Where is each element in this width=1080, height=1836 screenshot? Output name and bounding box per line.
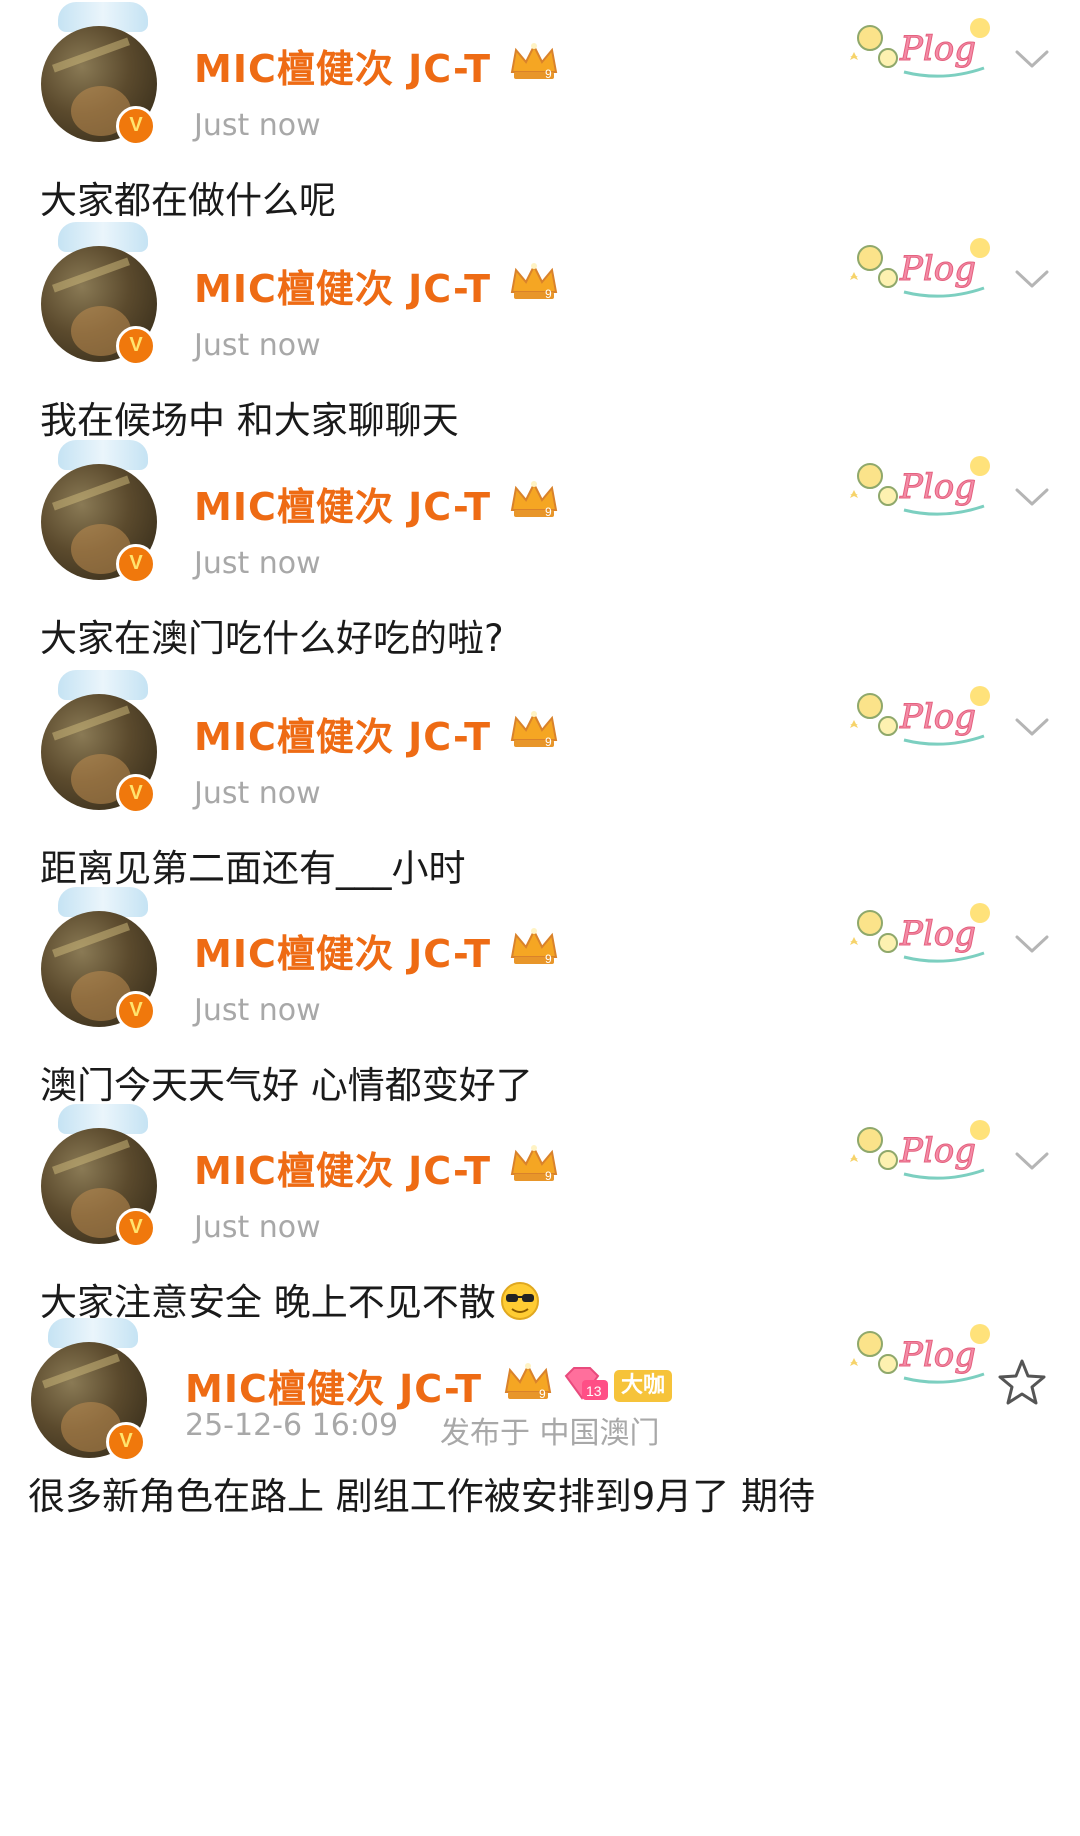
crown-level-number: 9 xyxy=(545,735,552,749)
crown-level-icon: 9 xyxy=(510,263,558,301)
post-text-body: 澳门今天天气好 心情都变好了 xyxy=(40,1064,533,1107)
svg-text:Plog: Plog xyxy=(899,467,976,507)
crown-level-icon: 9 xyxy=(510,928,558,966)
chevron-down-icon[interactable] xyxy=(1014,268,1050,290)
post-time: Just now xyxy=(194,108,321,143)
avatar[interactable]: V xyxy=(38,222,160,366)
post-time: Just now xyxy=(194,1210,321,1245)
feed-post[interactable]: V MIC檀健次 JC-T 9 Just now Plog xyxy=(0,1102,1080,1324)
post-text: 澳门今天天气好 心情都变好了 xyxy=(40,1055,533,1109)
chevron-down-icon[interactable] xyxy=(1014,48,1050,70)
avatar[interactable]: V xyxy=(38,670,160,814)
crown-level-number: 9 xyxy=(539,1387,546,1401)
avatar[interactable]: V xyxy=(38,440,160,584)
crown-level-number: 9 xyxy=(545,952,552,966)
plog-sticker-icon: Plog xyxy=(850,903,990,963)
crown-level-number: 9 xyxy=(545,505,552,519)
post-location[interactable]: 发布于 中国澳门 xyxy=(440,1408,660,1452)
crown-level-number: 9 xyxy=(545,1169,552,1183)
star-icon[interactable] xyxy=(996,1356,1048,1408)
post-text: 距离见第二面还有___小时 xyxy=(40,838,466,892)
username[interactable]: MIC檀健次 JC-T xyxy=(194,258,491,313)
feed-post[interactable]: V MIC檀健次 JC-T 9 Just now Plog xyxy=(0,0,1080,222)
feed-post[interactable]: V MIC檀健次 JC-T 9 Just now Plog xyxy=(0,668,1080,890)
avatar[interactable]: V xyxy=(38,1104,160,1248)
post-time: Just now xyxy=(194,328,321,363)
username[interactable]: MIC檀健次 JC-T xyxy=(194,923,491,978)
chevron-down-icon[interactable] xyxy=(1014,933,1050,955)
plog-sticker-icon: Plog xyxy=(850,456,990,516)
username[interactable]: MIC檀健次 JC-T xyxy=(194,38,491,93)
chevron-down-icon[interactable] xyxy=(1014,1150,1050,1172)
svg-text:Plog: Plog xyxy=(899,1131,976,1171)
verified-badge-icon: V xyxy=(116,326,156,366)
crown-level-icon: 9 xyxy=(510,1145,558,1183)
username[interactable]: MIC檀健次 JC-T xyxy=(185,1358,482,1413)
post-text: 大家都在做什么呢 xyxy=(40,170,336,224)
post-text: 很多新角色在路上 剧组工作被安排到9月了 期待 xyxy=(28,1475,816,1518)
post-text-body: 我在候场中 和大家聊聊天 xyxy=(40,399,459,442)
feed-post[interactable]: V MIC檀健次 JC-T 9 Just now Plog xyxy=(0,220,1080,442)
svg-text:Plog: Plog xyxy=(899,697,976,737)
post-time: Just now xyxy=(194,993,321,1028)
final-post[interactable]: V MIC檀健次 JC-T 9 13 大咖 25-12-6 16:09 发布于 … xyxy=(0,1316,1080,1836)
avatar[interactable]: V xyxy=(38,2,160,146)
plog-sticker-icon: Plog xyxy=(850,1120,990,1180)
post-text: 我在候场中 和大家聊聊天 xyxy=(40,390,459,444)
plog-sticker-icon: Plog xyxy=(850,1324,990,1384)
sunglasses-emoji-icon xyxy=(500,1282,539,1320)
post-text-body: 距离见第二面还有___小时 xyxy=(40,847,466,890)
svg-text:Plog: Plog xyxy=(899,1335,976,1375)
avatar[interactable]: V xyxy=(38,887,160,1031)
plog-sticker-icon: Plog xyxy=(850,238,990,298)
post-text-body: 大家都在做什么呢 xyxy=(40,179,336,222)
feed-post[interactable]: V MIC檀健次 JC-T 9 Just now Plog xyxy=(0,438,1080,660)
verified-badge-icon: V xyxy=(116,106,156,146)
verified-badge-icon: V xyxy=(116,991,156,1031)
svg-text:Plog: Plog xyxy=(899,249,976,289)
post-date: 25-12-6 16:09 xyxy=(185,1408,399,1443)
svg-text:Plog: Plog xyxy=(899,29,976,69)
crown-level-icon: 9 xyxy=(510,43,558,81)
crown-level-number: 9 xyxy=(545,67,552,81)
plog-sticker-icon: Plog xyxy=(850,18,990,78)
verified-badge-icon: V xyxy=(116,1208,156,1248)
post-text: 大家在澳门吃什么好吃的啦? xyxy=(40,608,504,662)
crown-level-number: 9 xyxy=(545,287,552,301)
avatar[interactable]: V xyxy=(28,1318,150,1462)
crown-level-icon: 9 xyxy=(504,1363,552,1401)
username[interactable]: MIC檀健次 JC-T xyxy=(194,1140,491,1195)
diamond-level-number: 13 xyxy=(586,1383,602,1399)
verified-badge-icon: V xyxy=(106,1422,146,1462)
username[interactable]: MIC檀健次 JC-T xyxy=(194,706,491,761)
chevron-down-icon[interactable] xyxy=(1014,486,1050,508)
verified-badge-icon: V xyxy=(116,774,156,814)
vip-tag: 大咖 xyxy=(614,1370,673,1402)
post-time: Just now xyxy=(194,546,321,581)
svg-text:Plog: Plog xyxy=(899,914,976,954)
diamond-level-icon: 13 xyxy=(564,1367,608,1400)
post-time: Just now xyxy=(194,776,321,811)
verified-badge-icon: V xyxy=(116,544,156,584)
plog-sticker-icon: Plog xyxy=(850,686,990,746)
username[interactable]: MIC檀健次 JC-T xyxy=(194,476,491,531)
post-text-body: 大家在澳门吃什么好吃的啦? xyxy=(40,617,504,660)
feed-post[interactable]: V MIC檀健次 JC-T 9 Just now Plog xyxy=(0,885,1080,1107)
crown-level-icon: 9 xyxy=(510,481,558,519)
chevron-down-icon[interactable] xyxy=(1014,716,1050,738)
crown-level-icon: 9 xyxy=(510,711,558,749)
